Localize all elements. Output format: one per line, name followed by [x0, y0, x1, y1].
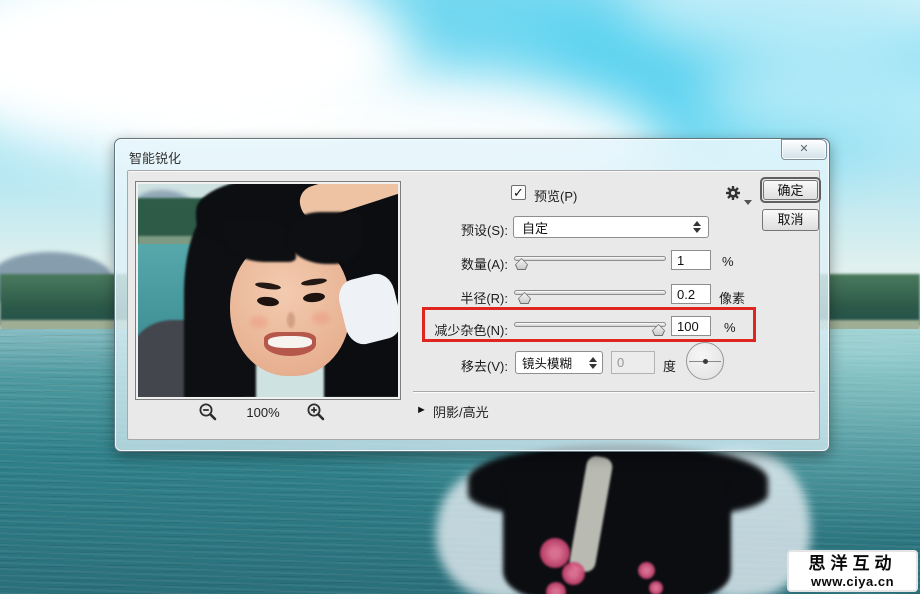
slider-track[interactable] — [514, 290, 666, 295]
flower — [562, 562, 585, 585]
ok-button[interactable]: 确定 — [763, 180, 818, 200]
preview-cheek — [312, 312, 330, 324]
watermark: 思洋互动 www.ciya.cn — [787, 550, 918, 592]
preset-value: 自定 — [522, 218, 548, 237]
preview-cheek — [250, 316, 268, 328]
zoom-in-icon — [306, 402, 326, 422]
preview-checkbox[interactable]: ✓ — [511, 185, 526, 200]
preview-checkbox-label: 预览(P) — [534, 186, 577, 205]
angle-input — [611, 351, 655, 374]
angle-unit: 度 — [663, 356, 676, 375]
ok-button-frame: 确定 — [760, 177, 821, 203]
amount-label: 数量(A): — [382, 254, 508, 273]
remove-value: 镜头模糊 — [522, 353, 572, 372]
radius-label: 半径(R): — [382, 288, 508, 307]
amount-input[interactable] — [671, 250, 711, 270]
noise-label: 减少杂色(N): — [342, 320, 508, 339]
dialog-panel: 100% ✓ 预览(P) — [127, 170, 820, 440]
zoom-out-icon — [198, 402, 218, 422]
separator-line — [413, 391, 815, 392]
remove-select[interactable]: 镜头模糊 — [515, 351, 603, 374]
stepper-arrows-icon — [693, 221, 702, 233]
flower — [638, 562, 655, 579]
watermark-brand: 思洋互动 — [789, 554, 916, 574]
preset-label: 预设(S): — [382, 220, 508, 239]
settings-menu-button[interactable] — [724, 184, 742, 202]
expander-arrow-icon[interactable]: ► — [416, 404, 427, 416]
dialog-title: 智能锐化 — [129, 148, 181, 167]
radius-unit: 像素 — [719, 288, 745, 307]
preview-mouth — [264, 332, 316, 356]
angle-dial[interactable] — [686, 342, 724, 380]
gear-caret-icon[interactable] — [744, 200, 752, 205]
gear-icon — [724, 184, 742, 202]
smart-sharpen-dialog: 智能锐化 ✕ — [114, 138, 830, 452]
zoom-out-button[interactable] — [198, 402, 218, 422]
stepper-arrows-icon — [589, 357, 598, 369]
preview-frame — [135, 181, 401, 400]
amount-slider[interactable] — [514, 255, 666, 269]
slider-track[interactable] — [514, 256, 666, 261]
cancel-button[interactable]: 取消 — [762, 209, 819, 231]
watermark-url: www.ciya.cn — [789, 574, 916, 589]
hair — [503, 448, 731, 594]
close-button[interactable]: ✕ — [781, 139, 827, 160]
preset-select[interactable]: 自定 — [513, 216, 709, 238]
zoom-level: 100% — [240, 405, 286, 420]
remove-label: 移去(V): — [382, 356, 508, 375]
flower — [649, 581, 663, 594]
preview-image[interactable] — [138, 184, 398, 397]
close-icon: ✕ — [799, 143, 808, 155]
preview-nose — [287, 312, 295, 328]
noise-slider[interactable] — [514, 321, 666, 335]
noise-input[interactable] — [671, 316, 711, 336]
preview-teeth — [268, 336, 312, 348]
slider-track[interactable] — [514, 322, 666, 327]
radius-input[interactable] — [671, 284, 711, 304]
radius-slider[interactable] — [514, 289, 666, 303]
zoom-in-button[interactable] — [306, 402, 326, 422]
check-icon: ✓ — [513, 185, 524, 200]
amount-unit: % — [722, 254, 734, 269]
person-silhouette — [428, 448, 808, 594]
shadows-highlights-expander[interactable]: 阴影/高光 — [433, 402, 489, 421]
noise-unit: % — [724, 320, 736, 335]
